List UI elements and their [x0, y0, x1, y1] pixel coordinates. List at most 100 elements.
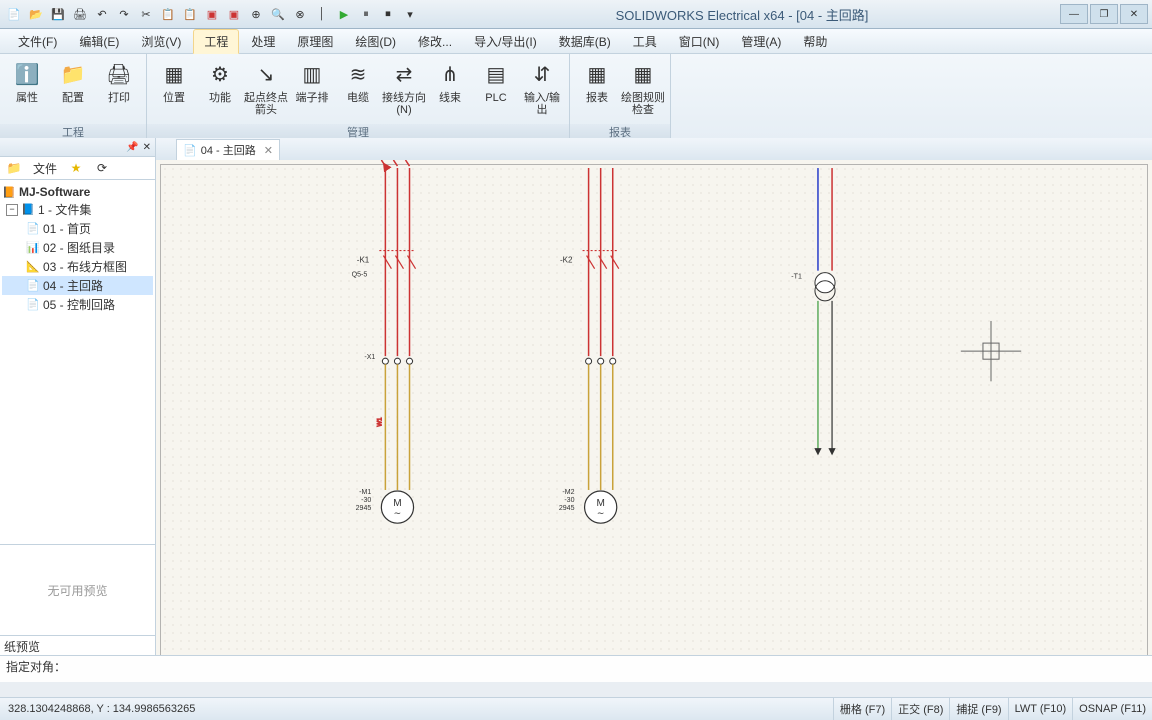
- qat-nav1-icon[interactable]: ⊕: [246, 4, 266, 24]
- tree-item[interactable]: 📐03 - 布线方框图: [2, 257, 153, 276]
- menu-13[interactable]: 帮助: [793, 30, 837, 53]
- qat-cut-icon[interactable]: ✂: [136, 4, 156, 24]
- tool-输入/输出[interactable]: ⇵输入/输出: [519, 56, 565, 116]
- tool-端子排[interactable]: ▥端子排: [289, 56, 335, 104]
- status-toggle[interactable]: 正交 (F8): [891, 698, 949, 720]
- tool-label: 端子排: [296, 90, 329, 104]
- maximize-button[interactable]: ❐: [1090, 4, 1118, 24]
- tool-icon: ⇵: [526, 58, 558, 90]
- menu-5[interactable]: 原理图: [287, 30, 343, 53]
- status-toggle[interactable]: 捕捉 (F9): [949, 698, 1007, 720]
- document-tab[interactable]: 📄 04 - 主回路 ✕: [176, 139, 280, 160]
- panel-tool-star-icon[interactable]: ★: [66, 158, 86, 178]
- tool-打印[interactable]: 🖨打印: [96, 56, 142, 104]
- tree-item[interactable]: 📄04 - 主回路: [2, 276, 153, 295]
- tool-起点终点箭头[interactable]: ↘起点终点箭头: [243, 56, 289, 116]
- qat-pause-icon[interactable]: ⏸: [356, 4, 376, 24]
- status-toggle[interactable]: OSNAP (F11): [1072, 698, 1152, 720]
- qat-zoom-icon[interactable]: 🔍: [268, 4, 288, 24]
- qat-sep: │: [312, 4, 332, 24]
- status-toggle[interactable]: 栅格 (F7): [833, 698, 891, 720]
- drawing-canvas[interactable]: -K1 Q5-5 -X1 W1 M ∼ -M1 -30: [156, 160, 1152, 660]
- qat-copy-icon[interactable]: 📋: [158, 4, 178, 24]
- svg-text:-30: -30: [564, 497, 574, 504]
- menu-6[interactable]: 绘图(D): [345, 30, 406, 53]
- tool-label: 输入/输出: [519, 90, 565, 116]
- tool-icon: ⋔: [434, 58, 466, 90]
- tool-线束[interactable]: ⋔线束: [427, 56, 473, 104]
- tool-配置[interactable]: 📁配置: [50, 56, 96, 104]
- menu-0[interactable]: 文件(F): [8, 30, 67, 53]
- folder-icon: 📘: [21, 203, 35, 217]
- menu-4[interactable]: 处理: [241, 30, 285, 53]
- tree-item[interactable]: 📄01 - 首页: [2, 219, 153, 238]
- tool-接线方向(N)[interactable]: ⇄接线方向(N): [381, 56, 427, 116]
- tool-label: 接线方向(N): [381, 90, 427, 116]
- tab-close-icon[interactable]: ✕: [264, 144, 273, 157]
- panel-close-icon[interactable]: ✕: [143, 142, 151, 153]
- qat-stop-icon[interactable]: ⏹: [378, 4, 398, 24]
- tab-label: 04 - 主回路: [201, 142, 256, 158]
- tool-icon: ▤: [480, 58, 512, 90]
- tool-电缆[interactable]: ≋电缆: [335, 56, 381, 104]
- preview-area: 无可用预览: [0, 544, 155, 635]
- qat-undo-icon[interactable]: ↶: [92, 4, 112, 24]
- tool-label: 功能: [209, 90, 231, 104]
- panel-tool-label[interactable]: 文件: [30, 158, 60, 178]
- tool-label: 线束: [439, 90, 461, 104]
- menu-9[interactable]: 数据库(B): [549, 30, 621, 53]
- ref-k1: -K1: [357, 256, 370, 265]
- collapse-icon[interactable]: −: [6, 204, 18, 216]
- qat-nav2-icon[interactable]: ⊗: [290, 4, 310, 24]
- ref-t1: -T1: [791, 274, 802, 281]
- qat-new-icon[interactable]: 📄: [4, 4, 24, 24]
- status-toggle[interactable]: LWT (F10): [1008, 698, 1073, 720]
- menu-7[interactable]: 修改...: [408, 30, 462, 53]
- svg-text:W1: W1: [377, 417, 383, 427]
- tool-功能[interactable]: ⚙功能: [197, 56, 243, 104]
- qat-redo-icon[interactable]: ↷: [114, 4, 134, 24]
- tool-报表[interactable]: ▦报表: [574, 56, 620, 104]
- tool-PLC[interactable]: ▤PLC: [473, 56, 519, 104]
- tool-绘图规则检查[interactable]: ▦绘图规则检查: [620, 56, 666, 116]
- tree-item[interactable]: 📊02 - 图纸目录: [2, 238, 153, 257]
- svg-text:∼: ∼: [394, 508, 402, 518]
- panel-pin-icon[interactable]: 📌: [126, 142, 138, 153]
- tool-label: 绘图规则检查: [620, 90, 666, 116]
- panel-tool-files[interactable]: 📁: [4, 158, 24, 178]
- qat-paste-icon[interactable]: 📋: [180, 4, 200, 24]
- qat-open-icon[interactable]: 📂: [26, 4, 46, 24]
- qat-more-icon[interactable]: ▾: [400, 4, 420, 24]
- menu-3[interactable]: 工程: [193, 29, 239, 54]
- tool-label: 属性: [16, 90, 38, 104]
- tool-icon: ↘: [250, 58, 282, 90]
- menu-11[interactable]: 窗口(N): [669, 30, 730, 53]
- tool-icon: ▦: [158, 58, 190, 90]
- menu-12[interactable]: 管理(A): [731, 30, 791, 53]
- tool-位置[interactable]: ▦位置: [151, 56, 197, 104]
- menu-10[interactable]: 工具: [623, 30, 667, 53]
- qat-save-icon[interactable]: 💾: [48, 4, 68, 24]
- svg-text:2945: 2945: [356, 505, 372, 512]
- minimize-button[interactable]: —: [1060, 4, 1088, 24]
- tree-folder[interactable]: −📘1 - 文件集: [2, 200, 153, 219]
- qat-print-icon[interactable]: 🖨: [70, 4, 90, 24]
- qat-flag1-icon[interactable]: ▣: [202, 4, 222, 24]
- menu-2[interactable]: 浏览(V): [131, 30, 191, 53]
- panel-tool-refresh-icon[interactable]: ⟳: [92, 158, 112, 178]
- qat-flag2-icon[interactable]: ▣: [224, 4, 244, 24]
- close-button[interactable]: ✕: [1120, 4, 1148, 24]
- tree-root[interactable]: 📙MJ-Software: [2, 184, 153, 200]
- menu-8[interactable]: 导入/导出(I): [464, 30, 547, 53]
- svg-text:∼: ∼: [597, 508, 605, 518]
- tool-属性[interactable]: ℹ️属性: [4, 56, 50, 104]
- tool-icon: ℹ️: [11, 58, 43, 90]
- qat-play-icon[interactable]: ▶: [334, 4, 354, 24]
- doc-icon: 📐: [26, 260, 40, 274]
- tool-label: 位置: [163, 90, 185, 104]
- command-line[interactable]: 指定对角：: [0, 655, 1152, 682]
- tool-icon: 📁: [57, 58, 89, 90]
- tree-item[interactable]: 📄05 - 控制回路: [2, 295, 153, 314]
- menu-1[interactable]: 编辑(E): [69, 30, 129, 53]
- tool-icon: ▦: [581, 58, 613, 90]
